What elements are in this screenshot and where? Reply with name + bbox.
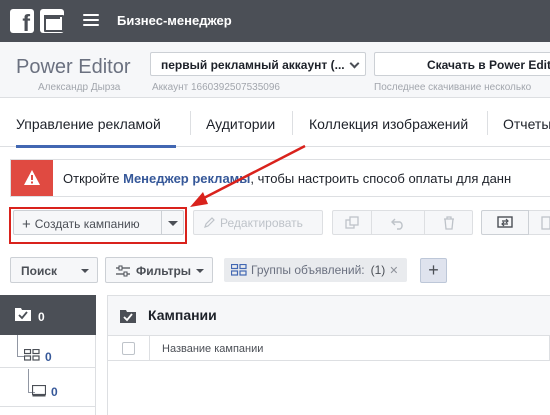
delete-button[interactable] [425, 210, 473, 235]
tree-campaigns-level[interactable]: 0 [0, 295, 96, 335]
export-import-icon [497, 215, 513, 228]
alert-prefix: Откройте [63, 171, 124, 186]
campaigns-header: Кампании [108, 296, 550, 336]
alert-badge [11, 160, 53, 196]
download-button[interactable]: Скачать в Power Edit [374, 52, 550, 76]
ad-groups-count: (1) [370, 263, 386, 277]
ads-manager-link[interactable]: Менеджер рекламы [123, 171, 250, 186]
search-button[interactable]: Поиск [10, 257, 98, 283]
tab-audiences[interactable]: Аудитории [206, 99, 275, 147]
plus-icon: + [22, 216, 31, 233]
account-select-label: первый рекламный аккаунт (... [161, 58, 345, 72]
menu-icon[interactable] [83, 14, 99, 26]
duplicate-button[interactable] [332, 210, 372, 235]
add-filter-button[interactable]: + [420, 258, 447, 283]
ad-groups-filter-chip[interactable]: Группы объявлений: (1) ✕ [224, 258, 407, 282]
last-download-info: Последнее скачивание несколько [374, 82, 532, 93]
level-tree: 0 0 0 [0, 295, 96, 415]
user-name: Александр Дырза [38, 82, 121, 93]
campaign-folder-icon [120, 310, 136, 323]
business-manager-title[interactable]: Бизнес-менеджер [117, 13, 232, 28]
account-id: Аккаунт 1660392507535096 [152, 82, 280, 93]
table-header: Название кампании [108, 336, 550, 361]
preview-icon [540, 215, 550, 230]
app-window-icon[interactable] [40, 9, 64, 33]
warning-icon [24, 170, 40, 185]
caret-down-icon [81, 269, 89, 273]
export-import-button[interactable] [481, 210, 529, 235]
tab-divider [487, 111, 488, 135]
tab-image-library[interactable]: Коллекция изображений [309, 99, 468, 147]
tab-reports[interactable]: Отчеты [503, 99, 550, 147]
search-label: Поиск [21, 264, 58, 278]
alert-message: Откройте Менеджер рекламы, чтобы настрои… [63, 171, 511, 186]
campaigns-panel: Кампании Название кампании [107, 295, 550, 415]
account-select[interactable]: первый рекламный аккаунт (... [150, 52, 366, 76]
facebook-logo-icon[interactable]: f [10, 9, 34, 33]
trash-icon [443, 215, 454, 230]
column-divider [149, 336, 150, 361]
ads-count: 0 [51, 385, 58, 399]
tab-ads-management[interactable]: Управление рекламой [16, 99, 176, 148]
filter-sliders-icon [116, 265, 130, 277]
edit-button[interactable]: Редактировать [193, 210, 323, 235]
chevron-down-icon [349, 58, 360, 69]
undo-button[interactable] [372, 210, 425, 235]
payment-alert: Откройте Менеджер рекламы, чтобы настрои… [10, 159, 550, 197]
ad-groups-icon [231, 264, 247, 276]
remove-chip-icon[interactable]: ✕ [389, 265, 398, 277]
create-dropdown-button[interactable] [162, 210, 184, 235]
ad-groups-label: Группы объявлений: [251, 263, 365, 277]
campaigns-count: 0 [38, 310, 45, 324]
select-all-checkbox[interactable] [122, 342, 135, 355]
filters-button[interactable]: Фильтры [105, 257, 213, 283]
ad-icon [32, 385, 46, 397]
filters-label: Фильтры [136, 264, 192, 278]
create-campaign-button[interactable]: + Создать кампанию [13, 210, 162, 235]
duplicate-icon [345, 215, 359, 229]
preview-button[interactable] [529, 210, 550, 235]
column-campaign-name[interactable]: Название кампании [162, 343, 263, 355]
main-tabs: Управление рекламой Аудитории Коллекция … [0, 99, 550, 148]
campaigns-title: Кампании [148, 307, 217, 323]
tree-ads-level[interactable]: 0 [0, 369, 96, 407]
app-title: Power Editor [16, 56, 131, 78]
edit-label: Редактировать [220, 216, 303, 230]
adsets-count: 0 [45, 350, 52, 364]
caret-down-icon [196, 269, 204, 273]
tree-adsets-level[interactable]: 0 [0, 335, 96, 368]
pencil-icon [204, 217, 215, 228]
alert-suffix: , чтобы настроить способ оплаты для данн [250, 171, 512, 186]
undo-icon [391, 218, 403, 230]
top-bar: f Бизнес-менеджер [0, 0, 550, 42]
tab-divider [292, 111, 293, 135]
campaign-folder-icon [15, 308, 31, 321]
create-campaign-label: Создать кампанию [34, 217, 140, 231]
ad-groups-icon [24, 349, 40, 361]
tab-divider [190, 111, 191, 135]
